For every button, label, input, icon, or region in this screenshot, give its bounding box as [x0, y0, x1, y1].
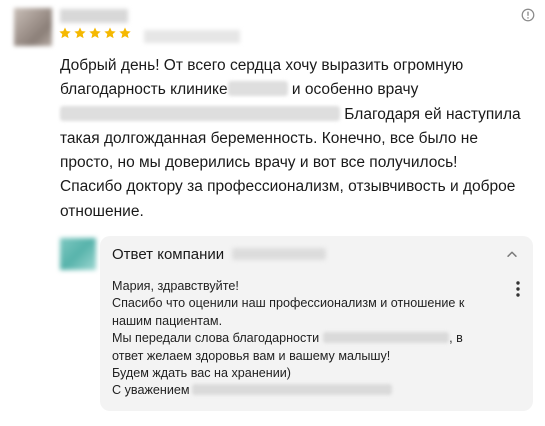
review-text-part: Благодаря ей наступила — [340, 105, 521, 123]
reply-header[interactable]: Ответ компании — [112, 243, 521, 265]
star-icon — [104, 27, 116, 39]
reply-line: Спасибо что оценили наш профессионализм … — [112, 296, 465, 311]
reply-line: ответ желаем здоровья вам и вашему малыш… — [112, 348, 391, 363]
reply-line: Мария, здравствуйте! — [112, 279, 239, 293]
reply-line: нашим пациентам. — [112, 313, 223, 328]
chevron-up-icon[interactable] — [505, 247, 519, 261]
star-icon — [119, 27, 131, 39]
author-name-redacted[interactable] — [60, 9, 128, 23]
review-line: Благодаря ей наступила — [60, 103, 522, 127]
review-text-part: и особенно врачу — [287, 81, 419, 99]
author-avatar[interactable] — [14, 8, 52, 46]
company-avatar — [60, 238, 96, 270]
reply-title: Ответ компании — [112, 245, 225, 263]
reply-line: Будем ждать вас на хранении) — [112, 366, 291, 381]
reply-line: С уважением — [112, 382, 504, 399]
review-line: благодарность клинике и особенно врачу — [60, 78, 522, 102]
company-reply: Ответ компании Мария, здравствуйте! Спас… — [100, 236, 533, 411]
doctor-name-redacted — [60, 105, 340, 121]
reply-text-part: Мы передали слова благодарности — [112, 331, 320, 346]
company-name-redacted — [232, 248, 327, 260]
review-line: просто, но мы доверились врачу и вот все… — [60, 154, 458, 172]
reply-text: Мария, здравствуйте! Спасибо что оценили… — [112, 278, 504, 400]
reply-text-part: , в — [449, 331, 463, 346]
rating-stars — [58, 26, 132, 40]
info-icon[interactable] — [521, 8, 535, 22]
review-line: Добрый день! От всего сердца хочу вырази… — [60, 57, 464, 74]
review-line: Спасибо доктору за профессионализм, отзы… — [60, 178, 516, 196]
reply-line: Мы передали слова благодарности , в — [112, 330, 504, 347]
doctor-name-redacted — [323, 332, 450, 344]
clinic-name-redacted — [227, 81, 288, 97]
star-icon — [89, 27, 101, 39]
star-icon — [74, 27, 86, 39]
reply-text-part: С уважением — [112, 383, 190, 398]
review-line: отношение. — [60, 202, 144, 220]
star-icon — [59, 27, 71, 39]
review-text-part: благодарность клинике — [60, 81, 228, 99]
review-card: Добрый день! От всего сердца хочу вырази… — [0, 0, 545, 426]
review-text: Добрый день! От всего сердца хочу вырази… — [60, 54, 522, 224]
review-line: такая долгожданная беременность. Конечно… — [60, 129, 478, 147]
review-date-redacted — [144, 30, 240, 43]
signature-redacted — [191, 384, 392, 396]
kebab-menu-icon[interactable] — [515, 280, 521, 298]
